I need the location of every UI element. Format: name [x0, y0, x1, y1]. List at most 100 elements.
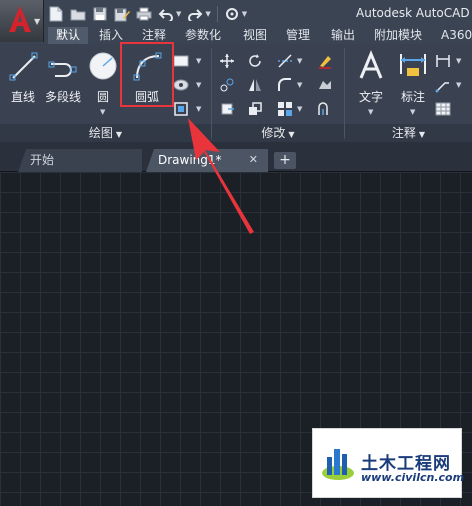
boundary-icon	[174, 102, 188, 116]
workspace-icon[interactable]	[224, 6, 240, 22]
fillet-dropdown-icon[interactable]: ▼	[297, 81, 302, 89]
annotation-panel-expand-icon: ▼	[418, 130, 426, 139]
trim-icon	[278, 54, 292, 68]
new-file-icon[interactable]	[48, 6, 64, 22]
trim-dropdown-icon[interactable]: ▼	[297, 57, 302, 65]
modify-panel-title-label: 修改	[261, 126, 286, 140]
move-tool-button[interactable]	[218, 52, 236, 70]
hatch-icon	[173, 79, 189, 91]
linear-dimension-button[interactable]	[434, 52, 452, 70]
scale-tool-button[interactable]	[246, 100, 264, 118]
circle-dropdown-icon[interactable]: ▼	[100, 108, 105, 116]
text-icon	[359, 50, 383, 79]
scale-icon	[249, 102, 262, 115]
stretch-icon	[221, 103, 234, 115]
draw-panel-title-label: 绘图	[88, 126, 113, 140]
mirror-tool-button[interactable]	[246, 76, 264, 94]
array-dropdown-icon[interactable]: ▼	[297, 105, 302, 113]
tab-a360[interactable]: A360	[433, 27, 472, 44]
rectangle-tool-button[interactable]	[172, 52, 190, 70]
linear-dimension-dropdown-icon[interactable]: ▼	[456, 57, 461, 65]
modify-panel-title[interactable]: 修改 ▼	[212, 124, 344, 142]
leader-tool-button[interactable]	[434, 76, 452, 94]
copy-tool-button[interactable]	[218, 76, 236, 94]
polyline-icon	[48, 61, 77, 77]
autocad-logo-icon	[9, 6, 31, 32]
file-tab-drawing1[interactable]: Drawing1* ✕	[146, 149, 268, 172]
dimension-tool-button[interactable]: 标注 ▼	[390, 50, 436, 116]
array-tool-button[interactable]	[276, 100, 294, 118]
quick-access-toolbar: ▼ ▼ ▼	[48, 4, 247, 24]
tab-home[interactable]: 默认	[48, 27, 89, 44]
tab-manage[interactable]: 管理	[278, 27, 318, 44]
title-bar: ▼ ▼ ▼ Autodesk AutoCAD	[0, 0, 472, 27]
rectangle-dropdown-icon[interactable]: ▼	[196, 57, 201, 65]
workspace-dropdown-icon[interactable]: ▼	[242, 10, 247, 18]
undo-icon[interactable]	[158, 6, 174, 22]
draw-panel-expand-icon: ▼	[115, 130, 123, 139]
annotation-panel-title-label: 注释	[391, 126, 416, 140]
array-icon	[278, 102, 292, 116]
toolbar-separator	[216, 6, 218, 22]
explode-tool-button[interactable]	[316, 76, 334, 94]
dimension-tool-label: 标注	[400, 90, 425, 104]
ribbon: 直线 多段线 圆 ▼ 圆弧 ▼ ▼ ▼ ▼ ▼ ▼ 文字 ▼ 标注 ▼ ▼ ▼ …	[0, 44, 472, 142]
text-tool-label: 文字	[358, 90, 383, 104]
text-dropdown-icon[interactable]: ▼	[368, 108, 373, 116]
fillet-icon	[278, 78, 291, 91]
application-menu-caret-icon: ▼	[34, 17, 41, 26]
tab-addins[interactable]: 附加模块	[366, 27, 430, 44]
product-title: Autodesk AutoCAD	[356, 6, 470, 20]
circle-icon	[89, 52, 117, 80]
watermark-url: www.civilcn.com	[361, 471, 465, 484]
file-tab-start[interactable]: 开始	[18, 149, 142, 172]
dimension-icon	[400, 54, 426, 76]
erase-icon	[319, 56, 331, 69]
rotate-icon	[249, 54, 261, 67]
redo-icon[interactable]	[187, 6, 203, 22]
stretch-tool-button[interactable]	[218, 100, 236, 118]
fillet-tool-button[interactable]	[276, 76, 294, 94]
arc-tool-highlight	[120, 42, 174, 107]
text-tool-button[interactable]: 文字 ▼	[348, 50, 394, 116]
file-tab-start-label: 开始	[30, 153, 55, 167]
application-menu-button[interactable]: ▼	[0, 0, 44, 42]
linear-dimension-icon	[436, 55, 450, 67]
hatch-dropdown-icon[interactable]: ▼	[196, 81, 201, 89]
redo-dropdown-icon[interactable]: ▼	[205, 10, 210, 18]
watermark: 土木工程网 www.civilcn.com	[312, 428, 465, 498]
print-icon[interactable]	[136, 6, 152, 22]
hatch-tool-button[interactable]	[172, 76, 190, 94]
leader-dropdown-icon[interactable]: ▼	[456, 81, 461, 89]
rotate-tool-button[interactable]	[246, 52, 264, 70]
close-tab-icon[interactable]: ✕	[249, 149, 258, 171]
offset-tool-button[interactable]	[316, 100, 334, 118]
file-tab-bar: 开始 Drawing1* ✕ +	[0, 142, 472, 172]
file-tab-drawing1-label: Drawing1*	[158, 153, 222, 167]
boundary-tool-button[interactable]	[172, 100, 190, 118]
boundary-dropdown-icon[interactable]: ▼	[196, 105, 201, 113]
table-tool-button[interactable]	[434, 100, 452, 118]
save-icon[interactable]	[92, 6, 108, 22]
ribbon-tab-row: 默认 插入 注释 参数化 视图 管理 输出 附加模块 A360	[0, 27, 472, 44]
tab-parametric[interactable]: 参数化	[177, 27, 229, 44]
annotation-panel-title[interactable]: 注释 ▼	[345, 124, 472, 142]
table-icon	[435, 102, 451, 116]
line-icon	[9, 52, 38, 81]
undo-dropdown-icon[interactable]: ▼	[176, 10, 181, 18]
erase-tool-button[interactable]	[316, 52, 334, 70]
trim-tool-button[interactable]	[276, 52, 294, 70]
leader-icon	[435, 82, 449, 93]
open-folder-icon[interactable]	[70, 6, 86, 22]
move-icon	[220, 54, 234, 68]
modify-panel-expand-icon: ▼	[288, 130, 295, 139]
explode-icon	[319, 81, 331, 89]
tab-view[interactable]: 视图	[235, 27, 275, 44]
offset-icon	[318, 102, 328, 115]
tab-output[interactable]: 输出	[323, 27, 363, 44]
new-tab-button[interactable]: +	[274, 152, 296, 169]
watermark-logo-icon	[322, 449, 354, 480]
draw-panel-title[interactable]: 绘图 ▼	[0, 124, 211, 142]
dimension-dropdown-icon[interactable]: ▼	[410, 108, 415, 116]
save-as-icon[interactable]	[114, 6, 130, 22]
